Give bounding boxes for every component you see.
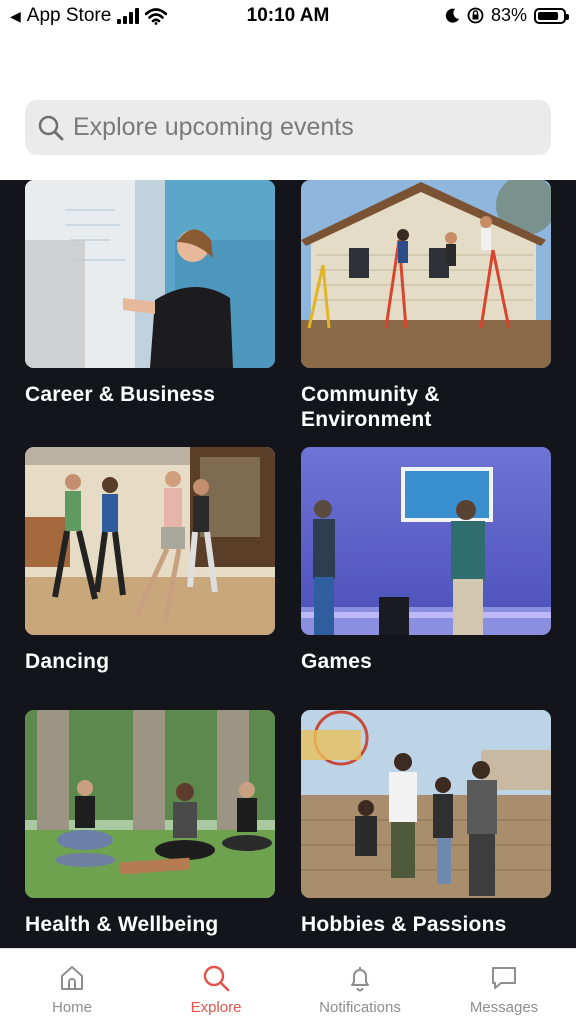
tab-label: Explore: [190, 999, 242, 1016]
dancing-image: [25, 447, 275, 635]
category-card-career-business[interactable]: Career & Business: [25, 180, 275, 407]
category-card-games[interactable]: Games: [301, 447, 551, 674]
battery-icon: [534, 7, 569, 24]
tab-label: Notifications: [319, 999, 401, 1016]
health-wellbeing-image: [25, 710, 275, 898]
search-bar[interactable]: [25, 100, 551, 155]
community-environment-image: [301, 180, 551, 368]
category-label: Dancing: [25, 650, 110, 673]
category-label: Health & Wellbeing: [25, 913, 219, 936]
category-card-hobbies-passions[interactable]: Hobbies & Passions: [301, 710, 551, 937]
category-card-dancing[interactable]: Dancing: [25, 447, 275, 674]
category-card-community-environment[interactable]: Community & Environment: [301, 180, 551, 432]
tab-label: Messages: [469, 999, 539, 1016]
tab-label: Home: [51, 999, 92, 1016]
hobbies-passions-image: [301, 710, 551, 898]
bell-icon: [351, 967, 369, 992]
rotation-lock-icon: [467, 7, 484, 24]
battery-percent: 83%: [490, 5, 527, 25]
moon-icon: [445, 8, 459, 23]
career-business-image: [25, 180, 275, 368]
category-label: Career & Business: [25, 383, 216, 406]
search-icon: [38, 115, 64, 140]
tab-notifications[interactable]: Notifications: [288, 949, 432, 1024]
message-icon: [492, 967, 516, 989]
category-label: Games: [301, 650, 373, 673]
category-label: Community & Environment: [301, 383, 440, 431]
category-card-health-wellbeing[interactable]: Health & Wellbeing: [25, 710, 275, 937]
games-image: [301, 447, 551, 635]
tab-messages[interactable]: Messages: [432, 949, 576, 1024]
tab-explore[interactable]: Explore: [144, 949, 288, 1024]
category-grid: Career & Business Community & Environmen…: [0, 180, 576, 948]
search-input[interactable]: [73, 113, 533, 142]
tab-home[interactable]: Home: [0, 949, 144, 1024]
home-icon: [61, 966, 83, 990]
category-label: Hobbies & Passions: [301, 913, 507, 936]
bottom-tab-bar: Home Explore Notifications Messages: [0, 948, 576, 1024]
search-icon: [203, 965, 230, 992]
status-bar: ◀ App Store 10:10 AM 83%: [0, 0, 576, 34]
